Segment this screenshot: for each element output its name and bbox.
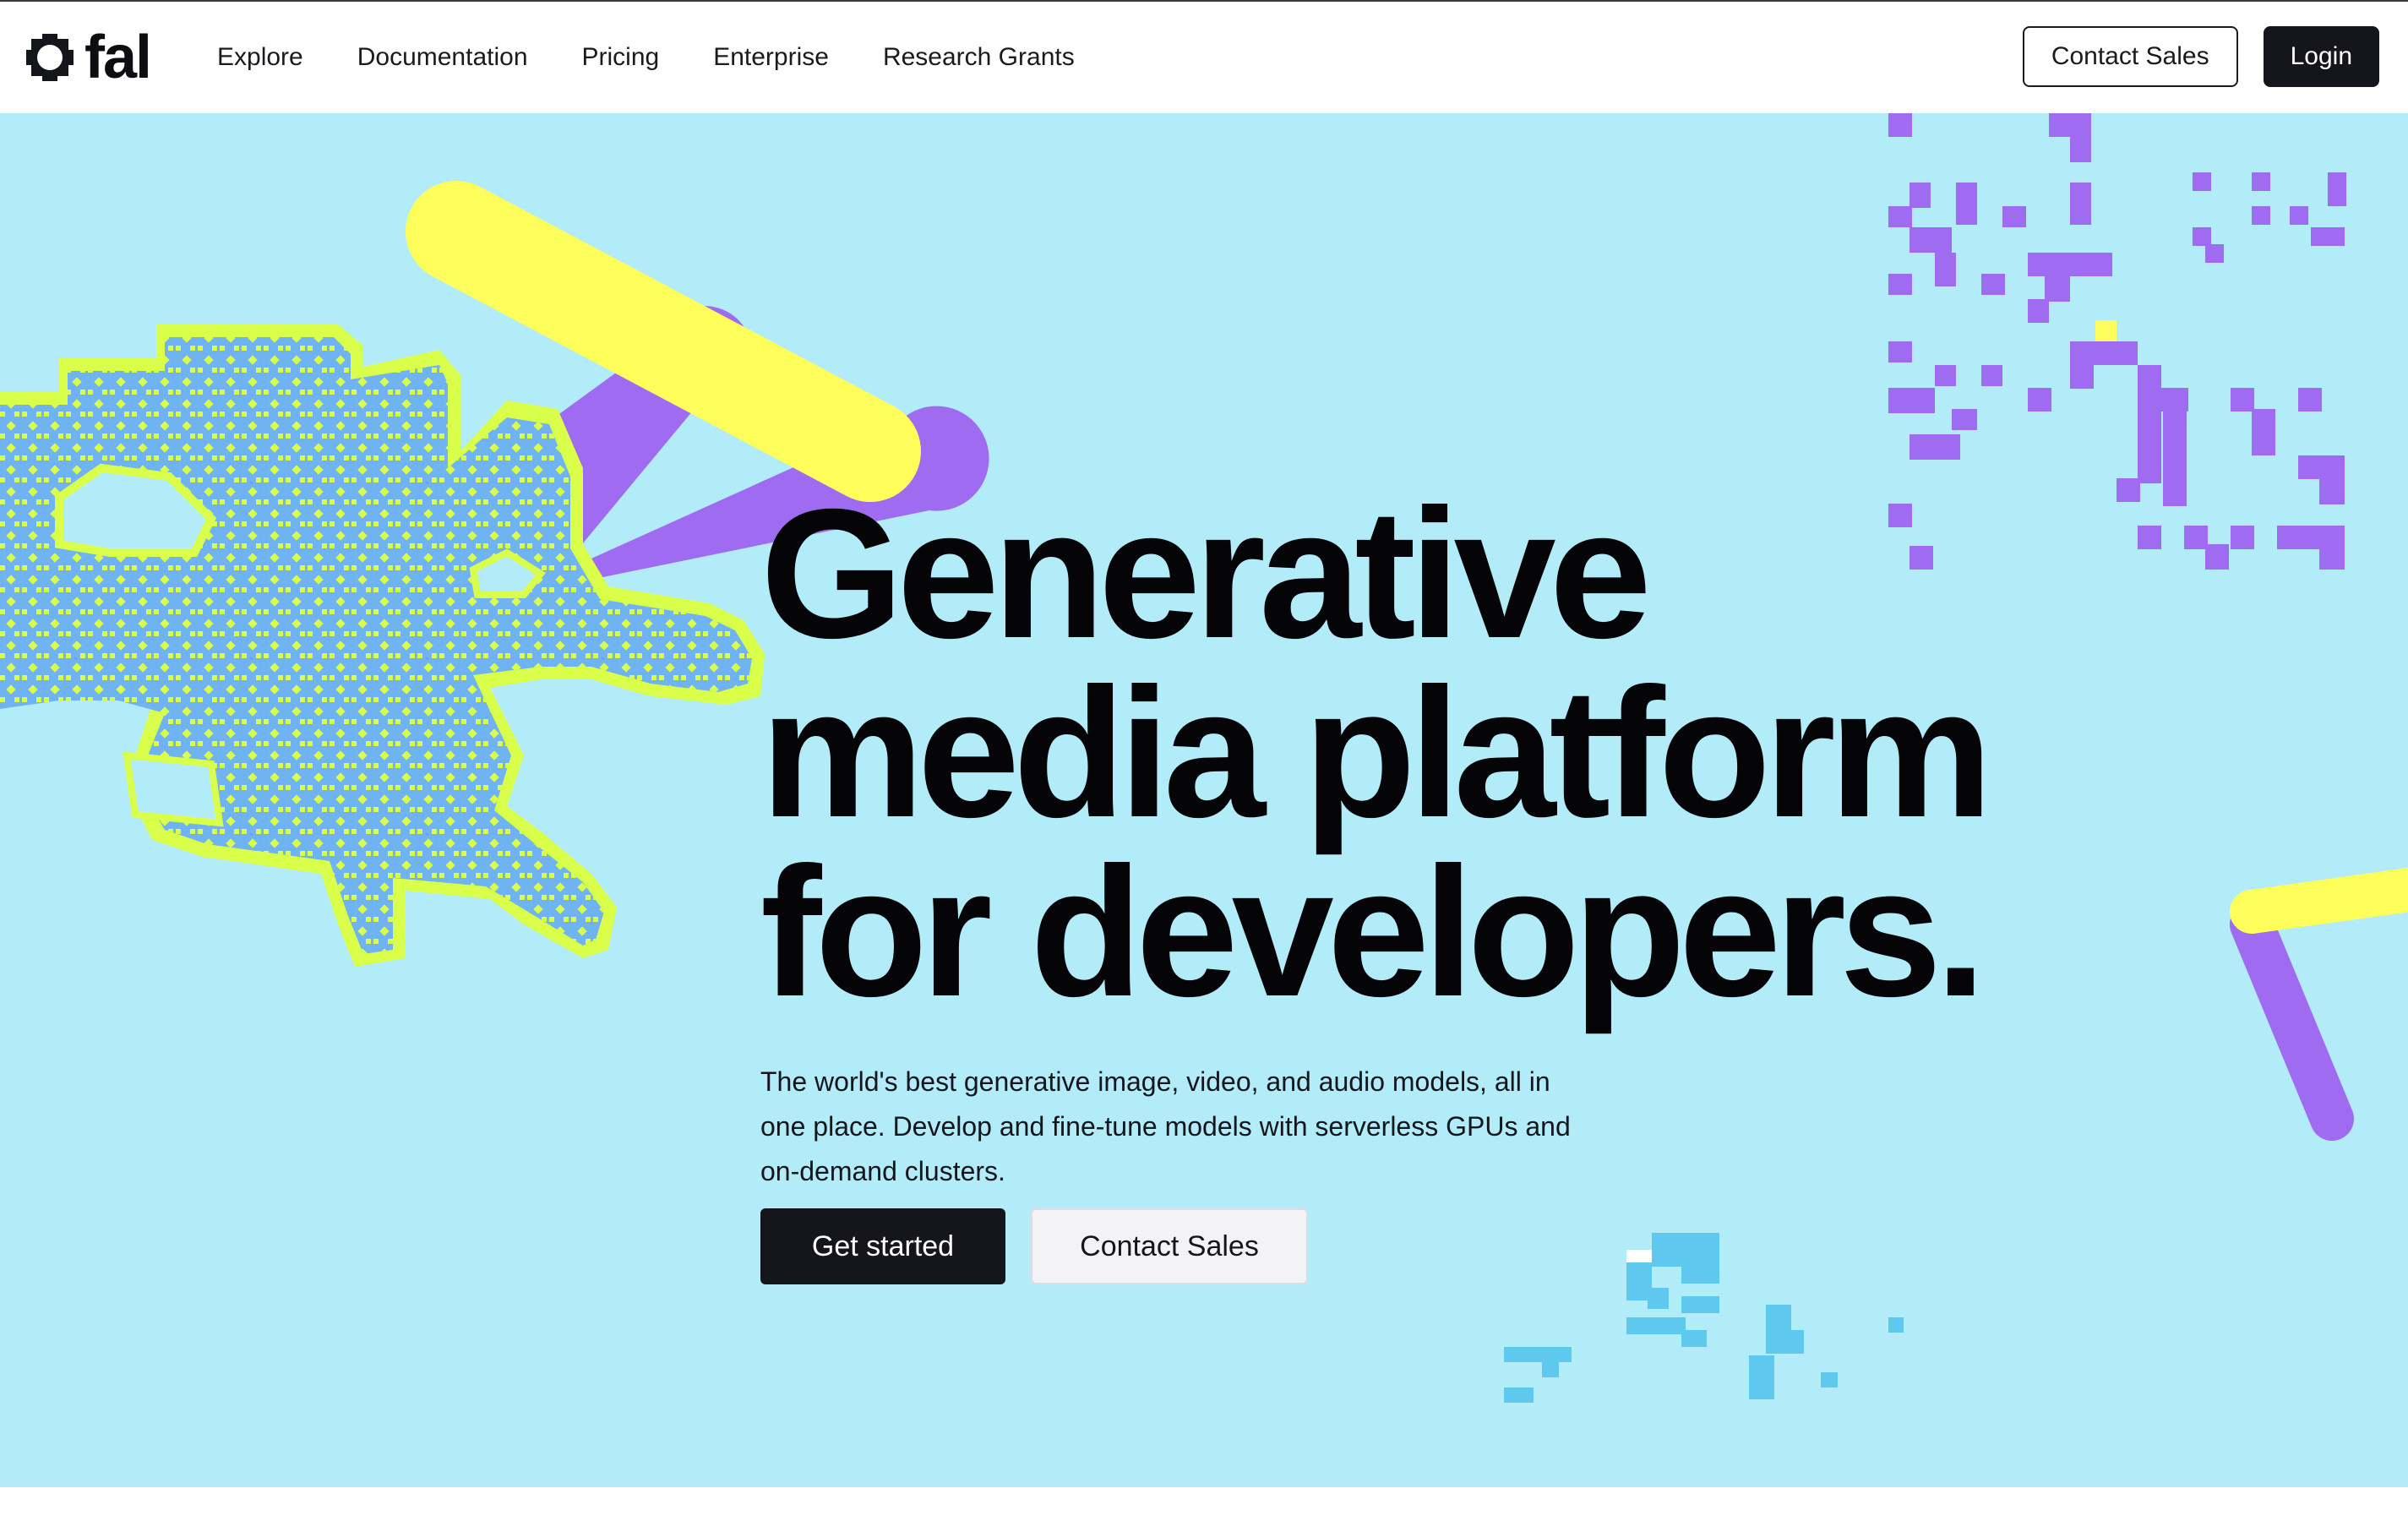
headline-line-3: for developers. [760, 830, 1986, 1035]
nav-link-documentation[interactable]: Documentation [357, 39, 528, 76]
nav-actions: Contact Sales Login [2022, 26, 2379, 87]
nav-link-pricing[interactable]: Pricing [582, 39, 660, 76]
nav-link-explore[interactable]: Explore [217, 39, 303, 76]
hero-section: Generative media platform for developers… [0, 113, 2408, 1487]
get-started-button[interactable]: Get started [760, 1208, 1005, 1284]
nav-link-research-grants[interactable]: Research Grants [883, 39, 1075, 76]
brand-logo[interactable]: fal [24, 24, 152, 91]
hero-subtext: The world's best generative image, video… [760, 1066, 1571, 1186]
blue-pixel-cluster [1504, 1233, 1904, 1403]
white-pixel [1626, 1250, 1652, 1262]
nav-link-enterprise[interactable]: Enterprise [713, 39, 829, 76]
yellow-pixel [2095, 320, 2117, 341]
fal-logo-icon [26, 34, 74, 81]
purple-yellow-bar-shape [2230, 867, 2408, 1141]
brand-name: fal [84, 24, 152, 91]
hero-cta-group: Get started Contact Sales [760, 1208, 1308, 1284]
primary-nav: Explore Documentation Pricing Enterprise… [217, 39, 1129, 76]
login-button[interactable]: Login [2263, 26, 2379, 87]
hero-contact-sales-button[interactable]: Contact Sales [1031, 1208, 1308, 1284]
contact-sales-button[interactable]: Contact Sales [2022, 26, 2238, 87]
page-bottom-strip [0, 1487, 2408, 1521]
headline-line-2: media platform [760, 651, 1993, 856]
hero-headline: Generative media platform for developers… [760, 472, 1993, 1035]
headline-line-1: Generative [760, 472, 1652, 677]
top-navigation: fal Explore Documentation Pricing Enterp… [0, 0, 2408, 113]
